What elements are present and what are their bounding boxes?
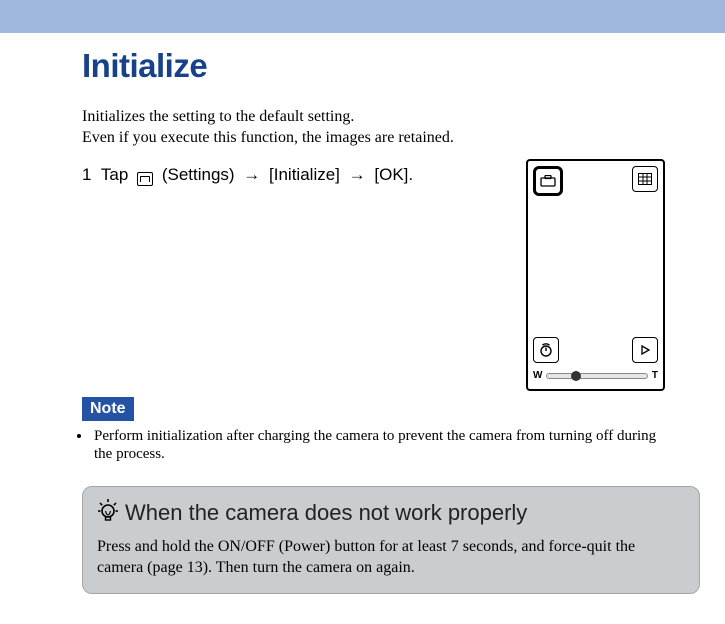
zoom-wide-label: W [533, 370, 542, 381]
settings-icon [137, 172, 153, 186]
step-tap: Tap [101, 165, 128, 184]
page-title: Initialize [82, 41, 700, 85]
top-bar [0, 0, 725, 33]
intro-text: Initializes the setting to the default s… [82, 107, 700, 149]
self-timer-icon [533, 337, 559, 363]
light-bulb-icon [97, 498, 119, 526]
camera-screen-illustration: W T [526, 159, 665, 391]
content: Initialize Initializes the setting to th… [0, 33, 700, 594]
grid-icon [632, 166, 658, 192]
camera-bottom-row [533, 337, 658, 363]
camera-bottom: W T [533, 337, 658, 384]
zoom-tele-label: T [652, 370, 658, 381]
arrow-icon: → [243, 165, 260, 184]
tip-title-row: When the camera does not work properly [97, 499, 685, 527]
arrow-icon: → [349, 165, 366, 184]
step-text: 1 Tap (Settings) → [Initialize] → [OK]. [82, 163, 508, 187]
note-section: Note Perform initialization after chargi… [82, 397, 700, 465]
play-icon [632, 337, 658, 363]
tip-box: When the camera does not work properly P… [82, 486, 700, 594]
step-item-ok: [OK]. [374, 165, 413, 184]
note-bullet: Perform initialization after charging th… [92, 427, 700, 465]
tip-body: Press and hold the ON/OFF (Power) button… [97, 537, 685, 579]
tip-title: When the camera does not work properly [125, 500, 527, 526]
step-row: 1 Tap (Settings) → [Initialize] → [OK]. [82, 163, 700, 391]
zoom-knob [571, 371, 581, 381]
step-settings-label: (Settings) [162, 165, 235, 184]
intro-line-2: Even if you execute this function, the i… [82, 128, 700, 149]
camera-top-row [533, 166, 658, 196]
step-number: 1 [82, 165, 91, 184]
note-label: Note [82, 397, 134, 421]
zoom-track [546, 373, 647, 379]
toolbox-icon [533, 166, 563, 196]
note-list: Perform initialization after charging th… [82, 427, 700, 465]
step-item-initialize: [Initialize] [269, 165, 340, 184]
intro-line-1: Initializes the setting to the default s… [82, 107, 700, 128]
zoom-bar: W T [533, 368, 658, 384]
